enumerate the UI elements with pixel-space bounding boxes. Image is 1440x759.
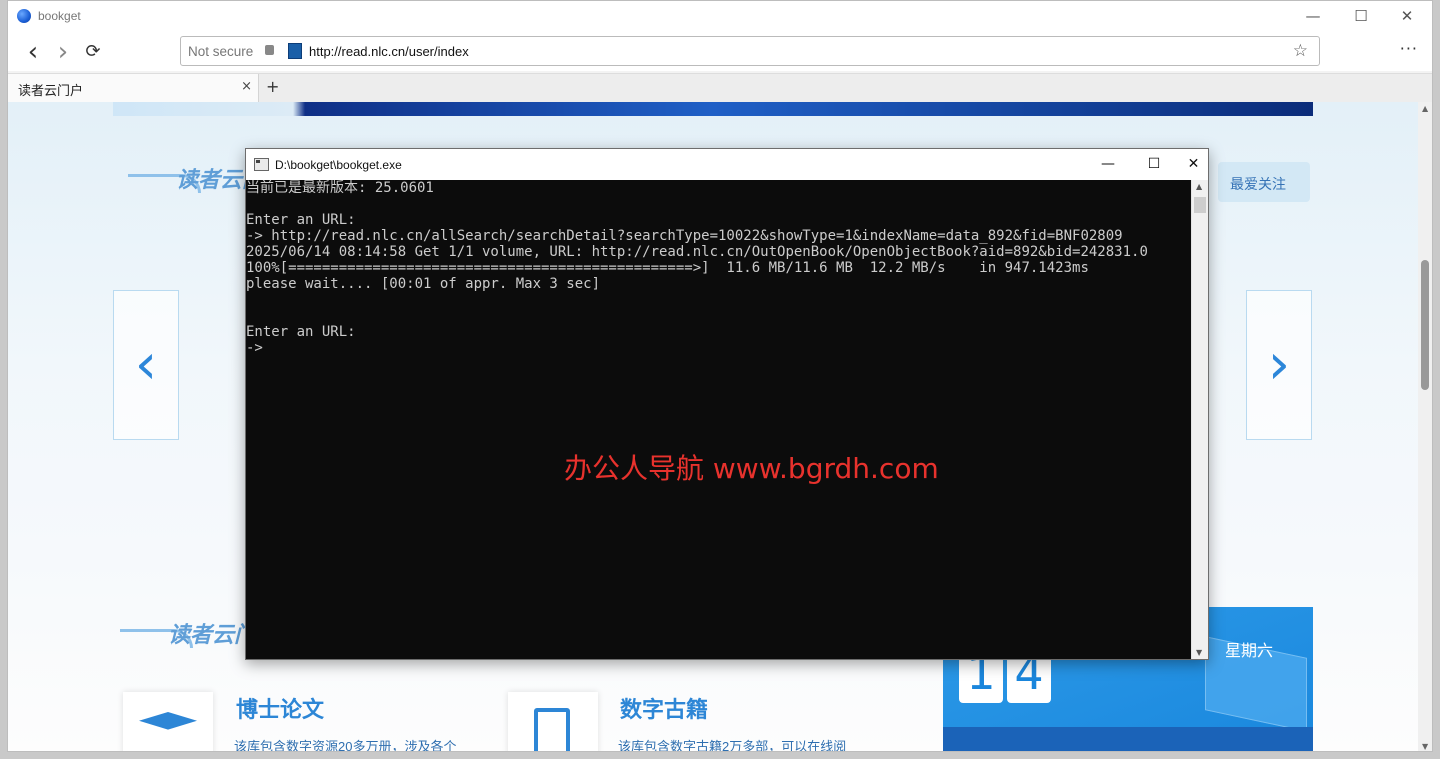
portal-logo[interactable]: 读者云门户 <box>128 152 286 212</box>
back-button[interactable]: ‹ <box>18 39 48 65</box>
console-line: -> <box>246 340 263 356</box>
tab-strip: 读者云门户 × + <box>8 73 1432 103</box>
console-app-icon <box>254 158 269 171</box>
reload-button[interactable]: ⟳ <box>78 39 108 65</box>
browser-logo-icon <box>17 9 31 23</box>
console-close-button[interactable]: ✕ <box>1177 149 1210 180</box>
console-line: 100%[===================================… <box>246 260 1089 276</box>
book-icon <box>534 708 570 751</box>
page-scrollbar[interactable]: ▲ ▼ <box>1418 102 1432 751</box>
banner-strip <box>113 102 1313 116</box>
notice-bar <box>943 727 1313 751</box>
card-desc: 该库包含数字资源20多万册，涉及各个 <box>234 739 457 752</box>
bookmark-star-icon[interactable]: ☆ <box>1293 41 1308 61</box>
console-window: D:\bookget\bookget.exe — ☐ ✕ 当前已是最新版本: 2… <box>245 148 1209 660</box>
carousel-next-button[interactable]: › <box>1246 290 1312 440</box>
tab-close-icon[interactable]: × <box>241 79 252 94</box>
console-maximize-button[interactable]: ☐ <box>1131 149 1177 180</box>
card-doctoral-thesis[interactable] <box>123 692 213 751</box>
console-line: Enter an URL: <box>246 212 356 228</box>
new-tab-button[interactable]: + <box>266 77 279 96</box>
watermark-text: 办公人导航 www.bgrdh.com <box>564 452 939 485</box>
scroll-thumb[interactable] <box>1421 260 1429 390</box>
security-status[interactable]: Not secure <box>188 44 253 59</box>
card-digital-ancient-books[interactable] <box>508 692 598 751</box>
favorites-button[interactable]: 最爱关注 <box>1218 162 1310 202</box>
browser-toolbar: ‹ › ⟳ Not secure http://read.nlc.cn/user… <box>8 33 1432 71</box>
console-line: 2025/06/14 08:14:58 Get 1/1 volume, URL:… <box>246 244 1148 260</box>
favorites-label: 最爱关注 <box>1230 176 1286 192</box>
insecure-lock-icon <box>265 45 274 55</box>
scroll-up-icon[interactable]: ▲ <box>1196 182 1202 191</box>
card-desc: 该库包含数字古籍2万多部，可以在线阅 <box>618 739 847 752</box>
scroll-down-icon[interactable]: ▼ <box>1422 742 1428 751</box>
minimize-button[interactable]: — <box>1290 1 1336 33</box>
console-title: D:\bookget\bookget.exe <box>275 158 402 172</box>
carousel-prev-button[interactable]: ‹ <box>113 290 179 440</box>
address-bar[interactable]: Not secure http://read.nlc.cn/user/index… <box>180 36 1320 66</box>
chevron-left-icon: ‹ <box>134 332 158 397</box>
maximize-button[interactable]: ☐ <box>1338 1 1384 33</box>
card-title[interactable]: 博士论文 <box>236 692 324 724</box>
forward-button[interactable]: › <box>48 39 78 65</box>
scroll-thumb[interactable] <box>1194 197 1206 213</box>
browser-menu-button[interactable]: ··· <box>1400 39 1418 58</box>
console-scrollbar[interactable]: ▲ ▼ <box>1191 180 1208 659</box>
console-line: please wait.... [00:01 of appr. Max 3 se… <box>246 276 601 292</box>
chevron-right-icon: › <box>1267 332 1291 397</box>
card-title[interactable]: 数字古籍 <box>620 692 708 724</box>
console-minimize-button[interactable]: — <box>1085 149 1131 180</box>
console-line: -> http://read.nlc.cn/allSearch/searchDe… <box>246 228 1123 244</box>
url-text[interactable]: http://read.nlc.cn/user/index <box>309 44 469 59</box>
browser-titlebar: bookget — ☐ ✕ <box>8 1 1432 33</box>
console-titlebar: D:\bookget\bookget.exe — ☐ ✕ <box>246 149 1208 180</box>
console-line: 当前已是最新版本: 25.0601 <box>246 180 434 196</box>
portal-logo-secondary[interactable]: 读者云门户 <box>120 607 278 667</box>
close-button[interactable]: ✕ <box>1384 1 1430 33</box>
scroll-down-icon[interactable]: ▼ <box>1196 648 1202 657</box>
tab-label: 读者云门户 <box>18 83 84 98</box>
site-favicon-icon <box>288 43 302 59</box>
tab-reader-portal[interactable]: 读者云门户 × <box>8 74 259 102</box>
graduation-cap-icon <box>139 712 197 730</box>
scroll-up-icon[interactable]: ▲ <box>1422 104 1428 113</box>
console-output[interactable]: 当前已是最新版本: 25.0601 Enter an URL: -> http://… <box>246 180 1191 659</box>
window-title: bookget <box>38 9 81 23</box>
console-line: Enter an URL: <box>246 324 356 340</box>
calendar-weekday: 星期六 <box>1225 643 1274 660</box>
